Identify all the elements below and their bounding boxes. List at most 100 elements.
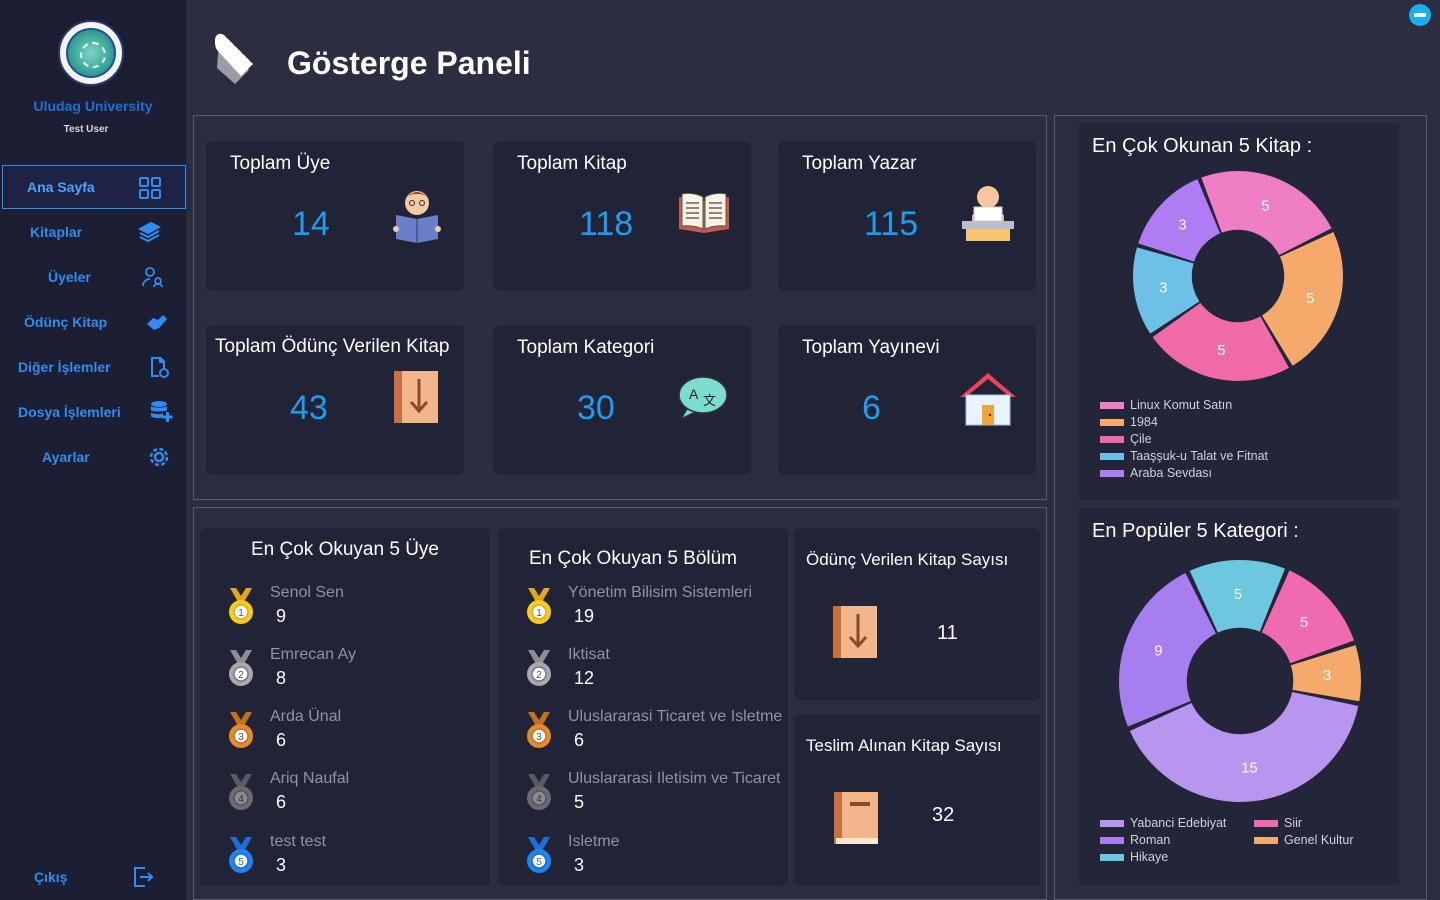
legend-swatch bbox=[1254, 819, 1278, 827]
returned-count-value: 32 bbox=[932, 804, 955, 826]
sidebar-item-files[interactable]: Dosya İşlemleri bbox=[2, 390, 186, 434]
stat-title: Toplam Üye bbox=[230, 153, 331, 174]
svg-text:5: 5 bbox=[536, 857, 542, 868]
stat-value: 118 bbox=[579, 205, 634, 243]
legend-label: Yabanci Edebiyat bbox=[1130, 816, 1227, 830]
legend-swatch bbox=[1100, 435, 1124, 443]
stat-card-publishers: Toplam Yayınevi 6 bbox=[778, 325, 1036, 475]
legend-item: Genel Kultur bbox=[1254, 833, 1353, 847]
sidebar-item-settings[interactable]: Ayarlar bbox=[2, 435, 186, 479]
list-item: 5 Isletme 3 bbox=[524, 833, 784, 885]
closed-book-icon bbox=[834, 792, 878, 844]
svg-text:2: 2 bbox=[536, 670, 542, 681]
legend-swatch bbox=[1100, 853, 1124, 861]
department-name: Uluslararasi Ticaret ve Isletme bbox=[568, 708, 783, 725]
download-book-icon bbox=[394, 371, 438, 423]
department-count: 6 bbox=[574, 730, 585, 750]
stat-title: Toplam Kategori bbox=[517, 337, 655, 358]
member-count: 8 bbox=[276, 668, 287, 688]
minimize-button[interactable] bbox=[1409, 4, 1431, 26]
card-title: En Çok Okuyan 5 Üye bbox=[251, 539, 439, 560]
department-count: 12 bbox=[574, 668, 595, 688]
legend-item: Çile bbox=[1100, 432, 1152, 446]
legend-item: Roman bbox=[1100, 833, 1170, 847]
svg-text:A: A bbox=[689, 386, 699, 402]
stat-value: 30 bbox=[577, 389, 615, 427]
list-item: 1 Senol Sen 9 bbox=[226, 584, 486, 636]
exit-label: Çıkış bbox=[34, 869, 68, 885]
member-name: Senol Sen bbox=[270, 584, 344, 601]
svg-text:1: 1 bbox=[238, 608, 244, 619]
slice-value-label: 15 bbox=[1241, 760, 1258, 777]
exit-button[interactable]: Çıkış bbox=[2, 855, 186, 899]
sidebar-item-members[interactable]: Üyeler bbox=[2, 255, 186, 299]
member-count: 3 bbox=[276, 855, 287, 875]
stat-value: 14 bbox=[292, 205, 330, 243]
legend-label: Araba Sevdası bbox=[1130, 466, 1212, 480]
department-name: Isletme bbox=[568, 833, 620, 850]
stat-title: Toplam Kitap bbox=[517, 153, 627, 174]
department-count: 3 bbox=[574, 855, 585, 875]
users-icon bbox=[142, 267, 163, 288]
chevron-right-icon bbox=[215, 33, 253, 84]
slice-value-label: 5 bbox=[1306, 290, 1314, 307]
stat-card-members: Toplam Üye 14 bbox=[206, 141, 464, 291]
top-departments-card: En Çok Okuyan 5 Bölüm 1 Yönetim Bilisim … bbox=[498, 528, 788, 886]
stat-value: 6 bbox=[862, 389, 881, 427]
slice-value-label: 5 bbox=[1300, 614, 1308, 631]
slice-value-label: 3 bbox=[1159, 279, 1167, 296]
list-item: 4 Uluslararasi Iletisim ve Ticaret 5 bbox=[524, 770, 784, 822]
stat-title: Toplam Yayınevi bbox=[802, 337, 940, 358]
bronze-medal-icon: 3 bbox=[527, 712, 551, 748]
legend-item: Linux Komut Satın bbox=[1100, 398, 1232, 412]
top-books-chart-card: En Çok Okunan 5 Kitap : 5 5 5 3 3 Linux Komu… bbox=[1079, 123, 1399, 500]
member-count: 9 bbox=[276, 606, 287, 626]
slice-value-label: 5 bbox=[1261, 198, 1269, 215]
member-name: Ariq Naufal bbox=[270, 770, 350, 787]
sidebar-item-home[interactable]: Ana Sayfa bbox=[2, 165, 186, 209]
writer-icon bbox=[962, 186, 1014, 241]
svg-text:3: 3 bbox=[238, 732, 244, 743]
department-name: Uluslararasi Iletisim ve Ticaret bbox=[568, 770, 781, 787]
house-icon bbox=[960, 373, 1016, 426]
stat-value: 43 bbox=[290, 389, 328, 427]
svg-text:5: 5 bbox=[238, 857, 244, 868]
translate-icon: A 文 bbox=[678, 376, 728, 419]
university-name: Uludag University bbox=[33, 98, 153, 114]
department-count: 5 bbox=[574, 792, 585, 812]
page-title: Gösterge Paneli bbox=[287, 45, 531, 81]
card-title: Teslim Alınan Kitap Sayısı bbox=[806, 736, 1002, 755]
sidebar-item-books[interactable]: Kitaplar bbox=[2, 210, 186, 254]
database-add-icon bbox=[151, 401, 173, 422]
legend-swatch bbox=[1100, 469, 1124, 477]
stat-card-loaned: Toplam Ödünç Verilen Kitap 43 bbox=[206, 325, 464, 475]
grey-medal-icon: 4 bbox=[527, 774, 551, 810]
slice-value-label: 3 bbox=[1178, 217, 1186, 234]
chart-title: En Çok Okunan 5 Kitap : bbox=[1092, 135, 1313, 157]
sidebar-item-loan[interactable]: Ödünç Kitap bbox=[2, 300, 186, 344]
blue-medal-icon: 5 bbox=[229, 837, 253, 873]
sidebar-item-label: Üyeler bbox=[48, 269, 91, 285]
department-count: 19 bbox=[574, 606, 595, 626]
legend-item: Siir bbox=[1254, 816, 1302, 830]
reader-icon bbox=[393, 191, 441, 243]
grid-icon bbox=[139, 177, 161, 199]
slice-value-label: 3 bbox=[1323, 667, 1331, 684]
legend-swatch bbox=[1100, 819, 1124, 827]
member-name: test test bbox=[270, 833, 327, 850]
legend-swatch bbox=[1254, 836, 1278, 844]
sidebar-item-label: Ayarlar bbox=[42, 449, 90, 465]
stat-value: 115 bbox=[864, 205, 919, 243]
sidebar-item-label: Kitaplar bbox=[30, 224, 83, 240]
top-members-card: En Çok Okuyan 5 Üye 1 Senol Sen 9 2 Emre… bbox=[200, 528, 490, 886]
legend-label: Linux Komut Satın bbox=[1130, 398, 1233, 412]
sidebar-item-label: Ana Sayfa bbox=[27, 179, 95, 195]
silver-medal-icon: 2 bbox=[229, 650, 253, 686]
legend-swatch bbox=[1100, 401, 1124, 409]
top-categories-donut-chart: 15 9 5 5 3 bbox=[1119, 560, 1361, 802]
member-name: Arda Ünal bbox=[270, 708, 342, 725]
stat-card-authors: Toplam Yazar 115 bbox=[778, 141, 1036, 291]
member-name: Emrecan Ay bbox=[270, 646, 356, 663]
sidebar-item-other[interactable]: Diğer İşlemler bbox=[2, 345, 186, 389]
svg-text:4: 4 bbox=[238, 794, 244, 805]
